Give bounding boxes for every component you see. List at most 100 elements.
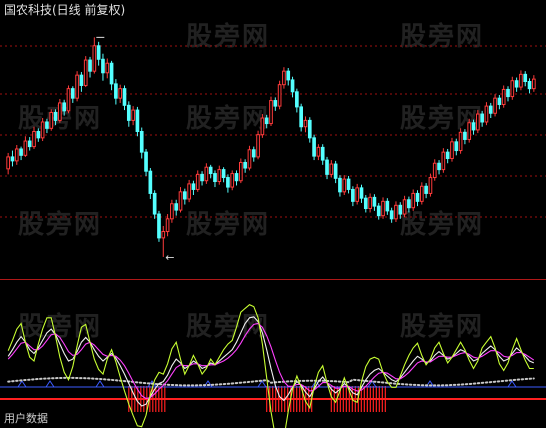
- candle-body: [83, 59, 88, 86]
- candle-body: [32, 131, 36, 148]
- candle-body: [191, 183, 196, 190]
- candle-body: [316, 146, 321, 157]
- candle-body: [346, 178, 351, 190]
- candle-body: [62, 102, 67, 112]
- candle-body: [475, 113, 480, 131]
- candle-body: [282, 70, 286, 86]
- buy-triangle: [17, 380, 27, 388]
- candle-body: [170, 203, 174, 220]
- chart-title: 国农科技(日线 前复权): [4, 2, 125, 17]
- candle-body: [152, 192, 157, 215]
- candle-body: [10, 156, 15, 162]
- candle-body: [411, 192, 416, 209]
- candle-body: [527, 81, 532, 90]
- candle-body: [407, 199, 411, 209]
- candle-body: [161, 231, 166, 239]
- candle-body: [79, 74, 84, 86]
- candle-body: [256, 134, 260, 158]
- candle-body: [135, 109, 140, 133]
- chart-svg: ← 国农科技(日线 前复权) 用户数据: [0, 2, 546, 428]
- candle-body: [312, 137, 316, 157]
- buy-triangle: [257, 380, 267, 388]
- candle-body: [480, 113, 484, 123]
- safety-line: [7, 376, 535, 387]
- candle-body: [402, 199, 407, 215]
- candle-body: [510, 80, 515, 98]
- candle-body: [484, 105, 489, 123]
- candle-body: [338, 177, 342, 193]
- candle-body: [273, 100, 278, 107]
- candle-body: [398, 204, 403, 215]
- candle-body: [458, 131, 463, 152]
- candle-body: [295, 91, 299, 108]
- candle-body: [247, 149, 252, 169]
- candle-body: [96, 45, 101, 60]
- candle-body: [307, 119, 312, 139]
- candle-body: [415, 192, 420, 202]
- candle-body: [157, 213, 161, 239]
- candle-body: [437, 162, 441, 171]
- candle-body: [320, 146, 325, 161]
- candle-body: [178, 191, 183, 211]
- candle-body: [118, 88, 123, 99]
- kline-chart-window: 股旁网 股旁网 股旁网 股旁网 股旁网 股旁网 股旁网 股旁网 股旁网 股旁网 …: [0, 0, 546, 428]
- candle-body: [49, 111, 54, 129]
- candle-body: [372, 196, 377, 207]
- candle-body: [195, 173, 200, 190]
- buy-triangle: [507, 380, 517, 388]
- candle-body: [174, 203, 179, 211]
- candle-body: [131, 109, 135, 121]
- candle-body: [234, 173, 239, 182]
- candle-body: [148, 170, 153, 194]
- candle-body: [325, 159, 329, 175]
- candle-body: [376, 205, 381, 217]
- candle-body: [333, 163, 338, 179]
- candle-body: [204, 166, 209, 182]
- candle-body: [277, 84, 282, 107]
- candle-body: [514, 80, 519, 88]
- candle-body: [58, 102, 62, 121]
- candle-body: [109, 62, 114, 85]
- candle-body: [303, 119, 308, 128]
- bottom-label: 用户数据: [4, 411, 48, 425]
- candle-body: [381, 200, 385, 217]
- candle-body: [144, 151, 148, 172]
- candle-body: [165, 218, 170, 233]
- candle-body: [27, 140, 32, 148]
- candle-body: [359, 187, 364, 199]
- candle-body: [488, 105, 493, 114]
- candle-body: [424, 185, 428, 194]
- candle-body: [217, 169, 222, 183]
- candle-body: [290, 79, 295, 93]
- candle-body: [6, 156, 10, 170]
- candle-body: [450, 141, 454, 159]
- candle-body: [36, 131, 41, 139]
- candle-body: [532, 78, 536, 90]
- candle-body: [19, 148, 23, 156]
- candle-body: [506, 88, 510, 98]
- candle-body: [523, 73, 528, 82]
- candle-body: [208, 166, 213, 175]
- candle-body: [467, 122, 472, 140]
- candle-body: [75, 74, 79, 99]
- buy-triangle: [95, 380, 105, 388]
- candle-body: [187, 183, 191, 200]
- candle-body: [394, 204, 398, 220]
- candle-body: [497, 97, 502, 106]
- candle-body: [419, 185, 424, 202]
- candle-body: [264, 117, 269, 125]
- candle-body: [92, 45, 97, 72]
- low-pointer: ←: [165, 251, 174, 264]
- candle-body: [363, 197, 368, 209]
- candle-body: [454, 141, 459, 152]
- candle-body: [385, 200, 390, 212]
- candle-body: [200, 173, 204, 182]
- candle-body: [40, 121, 45, 139]
- candle-body: [251, 149, 256, 158]
- indicator-panel: [0, 304, 546, 428]
- candle-body: [501, 88, 506, 106]
- candle-body: [428, 177, 433, 194]
- candle-body: [286, 70, 291, 81]
- candle-body: [114, 83, 118, 99]
- candle-body: [226, 177, 230, 188]
